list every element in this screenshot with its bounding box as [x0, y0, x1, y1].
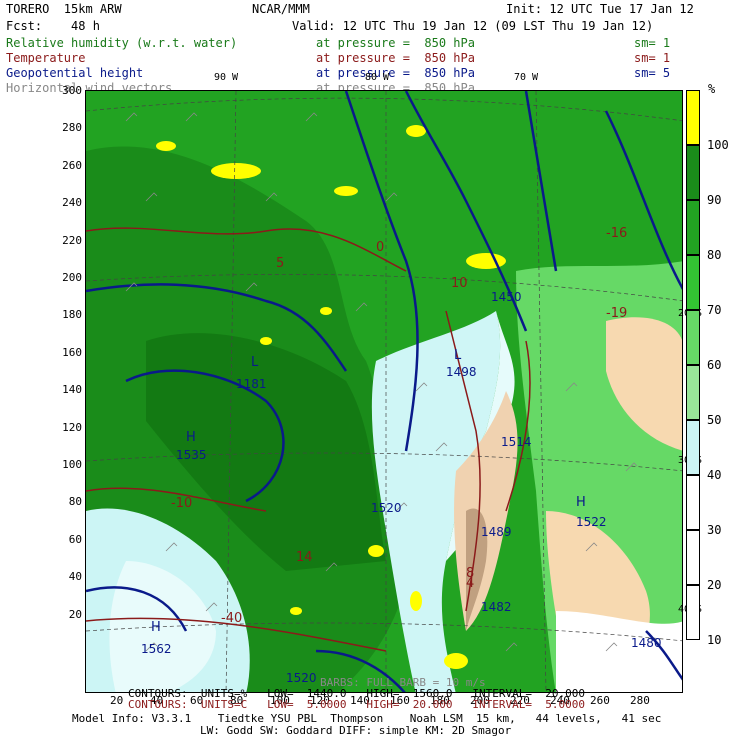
y-tick-label: 140	[62, 383, 82, 397]
y-tick-label: 260	[62, 158, 82, 172]
colorbar-swatch	[686, 255, 700, 310]
contour-label: 1482	[481, 600, 512, 614]
contour-label: 1498	[446, 365, 477, 379]
high-marker: H	[186, 430, 196, 445]
contour-label: 1489	[481, 525, 512, 539]
contour-label: 1520	[286, 671, 317, 685]
temp-label: 14	[296, 550, 313, 565]
lon-label: 70 W	[514, 72, 539, 83]
colorbar-swatch	[686, 145, 700, 200]
colorbar-tick: 20	[707, 578, 722, 592]
field-name: Relative humidity (w.r.t. water)	[6, 36, 238, 50]
colorbar-tick: 10	[707, 633, 722, 647]
y-tick-label: 20	[68, 607, 82, 621]
colorbar-tick: 40	[707, 468, 722, 482]
colorbar-swatch	[686, 90, 700, 145]
map-canvas: H H H L L 1498 1450 1514 1489 1522 1535 …	[86, 91, 682, 692]
colorbar-swatch	[686, 310, 700, 365]
field-level: at pressure = 850 hPa	[316, 36, 475, 50]
field-smoothing: sm= 5	[634, 66, 671, 80]
org-label: NCAR/MMM	[252, 2, 310, 16]
contour-label: 1480	[631, 636, 662, 650]
temp-label: -19	[606, 306, 627, 321]
field-level: at pressure = 850 hPa	[316, 51, 475, 65]
x-tick-label: 20	[110, 694, 124, 707]
y-tick-label: 240	[62, 196, 82, 210]
forecast-hour: Fcst: 48 h	[6, 19, 100, 33]
model-info-2: LW: Godd SW: Goddard DIFF: simple KM: 2D…	[200, 724, 512, 737]
y-tick-label: 120	[62, 420, 82, 434]
colorbar-swatch	[686, 585, 700, 640]
model-title: TORERO 15km ARW	[6, 2, 122, 16]
high-marker: H	[151, 620, 161, 635]
colorbar-tick: 60	[707, 358, 722, 372]
colorbar-tick: 50	[707, 413, 722, 427]
field-smoothing: sm= 1	[634, 36, 671, 50]
y-tick-label: 300	[62, 84, 82, 97]
colorbar-tick: 30	[707, 523, 722, 537]
field-name: Temperature	[6, 51, 86, 65]
high-marker: H	[576, 495, 586, 510]
low-marker: L	[454, 348, 462, 363]
colorbar-swatch	[686, 420, 700, 475]
field-name: Geopotential height	[6, 66, 144, 80]
colorbar-tick: 100	[707, 138, 729, 152]
colorbar-tick: 80	[707, 248, 722, 262]
contour-label: 1450	[491, 290, 522, 304]
y-tick-label: 100	[62, 458, 82, 471]
x-tick-label: 260	[590, 694, 610, 707]
colorbar-tick: 90	[707, 193, 722, 207]
y-tick-label: 80	[68, 495, 82, 509]
lon-label: 80 W	[365, 72, 390, 83]
y-tick-label: 180	[62, 308, 82, 322]
contour-label: 1522	[576, 515, 607, 529]
temp-label: 8	[466, 566, 474, 581]
y-tick-label: 40	[68, 570, 82, 584]
colorbar-unit: %	[708, 82, 716, 96]
field-level: at pressure = 850 hPa	[316, 66, 475, 80]
colorbar-tick: 70	[707, 303, 722, 317]
lon-label: 90 W	[214, 72, 239, 83]
y-tick-label: 200	[62, 271, 82, 284]
contour-label: 1514	[501, 435, 532, 449]
y-tick-label: 160	[62, 345, 82, 359]
contour-label: 1520	[371, 501, 402, 515]
field-smoothing: sm= 1	[634, 51, 671, 65]
contour-label: 1181	[236, 377, 267, 391]
temp-label: -16	[606, 226, 627, 241]
colorbar-swatch	[686, 200, 700, 255]
contours-info-2: CONTOURS: UNITS=C LOW= 5.0000 HIGH= 20.0…	[128, 698, 585, 711]
temp-label: 5	[276, 256, 284, 271]
barbs-info: BARBS: FULL BARB = 10 m/s	[320, 676, 486, 689]
colorbar-swatch	[686, 475, 700, 530]
y-tick-label: 60	[68, 532, 82, 546]
y-tick-label: 220	[62, 233, 82, 247]
temp-label: 0	[376, 240, 384, 255]
x-tick-label: 280	[630, 694, 650, 707]
temp-label: -10	[171, 496, 192, 511]
temp-label: -40	[221, 611, 242, 626]
contour-label: 1535	[176, 448, 207, 462]
temp-label: 10	[451, 276, 468, 291]
colorbar-swatch	[686, 365, 700, 420]
low-marker: L	[251, 355, 259, 370]
colorbar-swatch	[686, 530, 700, 585]
contour-label: 1562	[141, 642, 172, 656]
valid-time: Valid: 12 UTC Thu 19 Jan 12 (09 LST Thu …	[292, 19, 654, 33]
y-tick-label: 280	[62, 121, 82, 135]
weather-map: H H H L L 1498 1450 1514 1489 1522 1535 …	[85, 90, 683, 693]
init-time: Init: 12 UTC Tue 17 Jan 12	[506, 2, 694, 16]
